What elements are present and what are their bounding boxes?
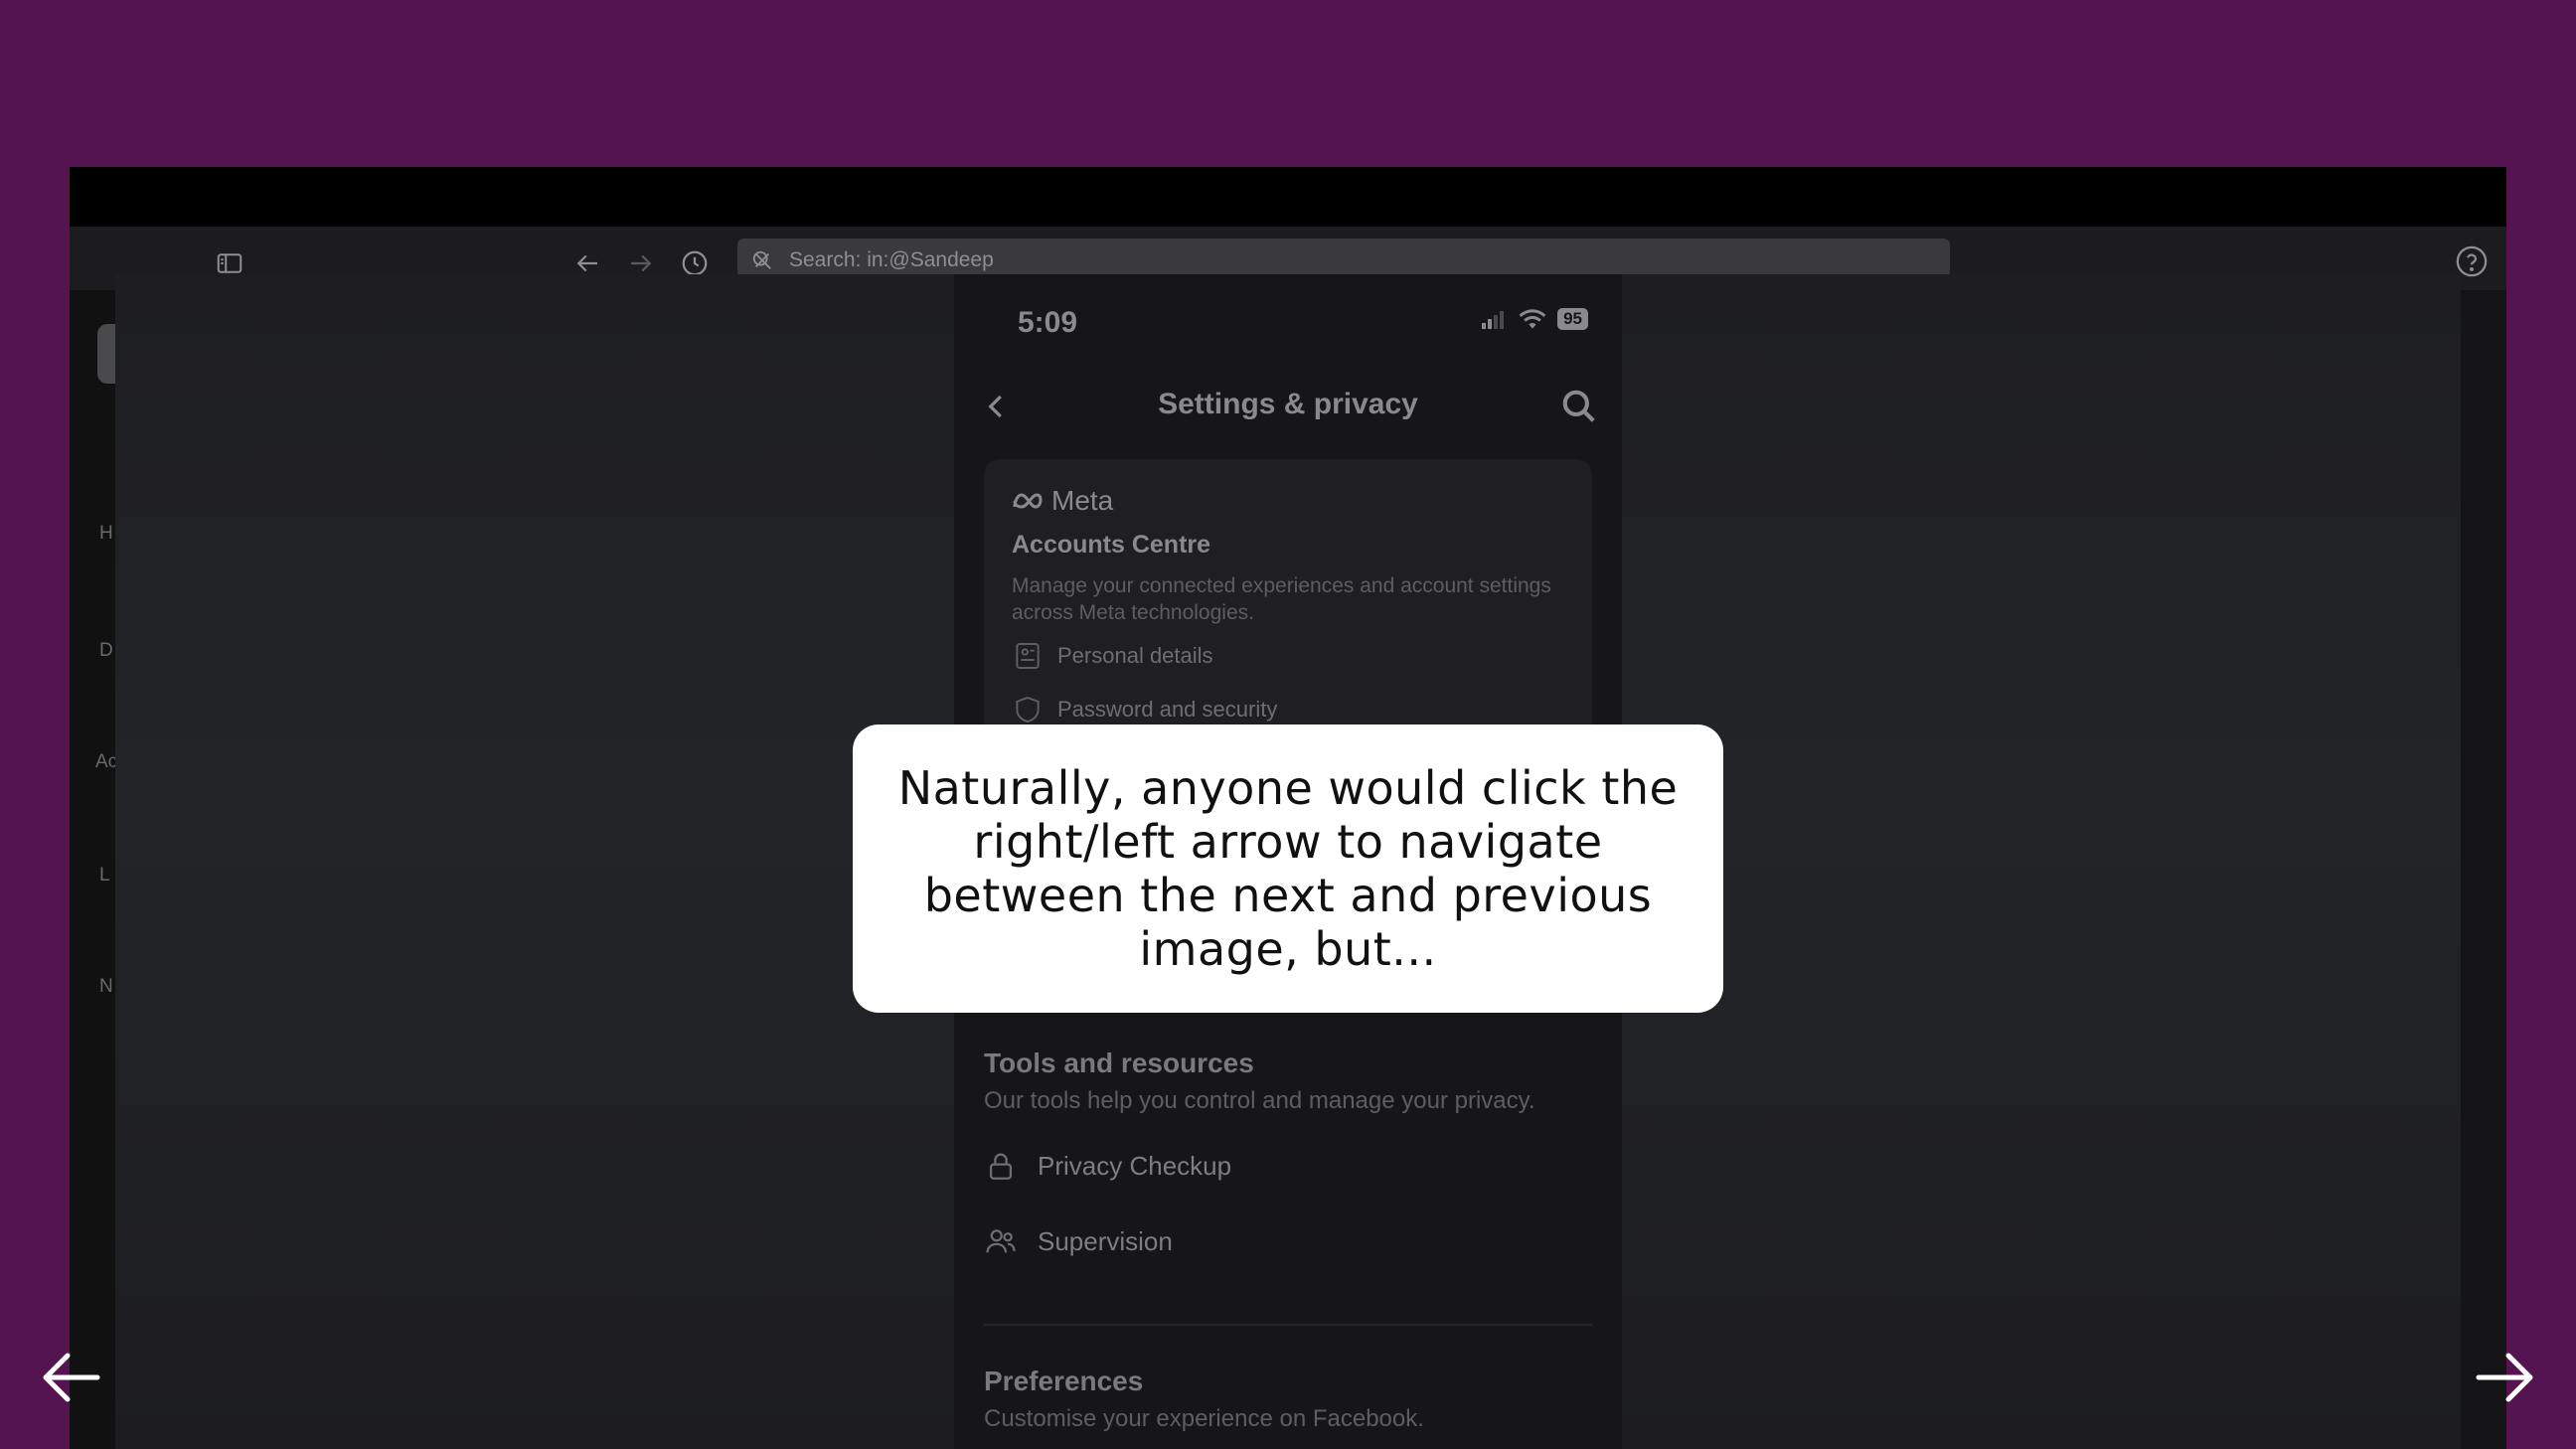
help-icon[interactable] (2455, 244, 2489, 278)
supervision-item[interactable]: Supervision (984, 1224, 1173, 1258)
meta-logo-icon (1013, 493, 1043, 509)
id-card-icon (1016, 643, 1040, 669)
close-icon[interactable] (751, 249, 773, 271)
annotation-callout: Naturally, anyone would click the right/… (853, 724, 1723, 1013)
sidebar-item-dms[interactable]: D (99, 640, 113, 662)
tools-section-title: Tools and resources (984, 1047, 1254, 1078)
sidebar-item-home[interactable]: H (99, 523, 113, 545)
supervision-label: Supervision (1038, 1225, 1173, 1256)
tools-section-subtitle: Our tools help you control and manage yo… (984, 1087, 1535, 1114)
signal-icon (1482, 311, 1505, 329)
sidebar-item-more[interactable]: N (99, 976, 113, 998)
preferences-section-subtitle: Customise your experience on Facebook. (984, 1405, 1424, 1432)
right-arrow-icon (2476, 1353, 2533, 1402)
accounts-centre-title: Accounts Centre (1012, 531, 1211, 559)
accounts-centre-card[interactable]: Meta Accounts Centre Manage your connect… (984, 459, 1592, 767)
sidebar: H D Ac L N (70, 290, 137, 1449)
title-bar (70, 167, 2506, 227)
right-panel (2461, 290, 2506, 1449)
left-arrow-icon (43, 1353, 100, 1402)
page-title: Settings & privacy (1158, 388, 1418, 420)
shield-icon (1016, 696, 1040, 724)
password-security-label: Password and security (1057, 697, 1278, 722)
status-icons: 95 (1480, 308, 1588, 330)
status-time: 5:09 (1018, 306, 1078, 339)
accounts-centre-description: Manage your connected experiences and ac… (1012, 574, 1551, 624)
lock-icon (989, 1153, 1013, 1180)
meta-brand: Meta (1012, 485, 1113, 517)
previous-image-arrow[interactable] (40, 1348, 103, 1407)
search-icon[interactable] (1560, 388, 1598, 425)
password-security-row[interactable]: Password and security (1012, 694, 1277, 725)
privacy-checkup-label: Privacy Checkup (1038, 1150, 1232, 1181)
sidebar-item-activity[interactable]: Ac (95, 751, 117, 773)
section-divider (984, 1324, 1592, 1326)
callout-text: Naturally, anyone would click the right/… (897, 761, 1679, 976)
battery-level: 95 (1557, 308, 1588, 330)
next-image-arrow[interactable] (2473, 1348, 2536, 1407)
sidebar-item-later[interactable]: L (99, 865, 110, 886)
people-icon (986, 1229, 1016, 1253)
privacy-checkup-item[interactable]: Privacy Checkup (984, 1149, 1231, 1183)
settings-header: Settings & privacy (954, 382, 1622, 431)
meta-brand-label: Meta (1051, 485, 1114, 516)
wifi-icon (1519, 309, 1546, 329)
personal-details-label: Personal details (1057, 643, 1213, 668)
personal-details-row[interactable]: Personal details (1012, 640, 1213, 672)
preferences-section-title: Preferences (984, 1366, 1144, 1396)
